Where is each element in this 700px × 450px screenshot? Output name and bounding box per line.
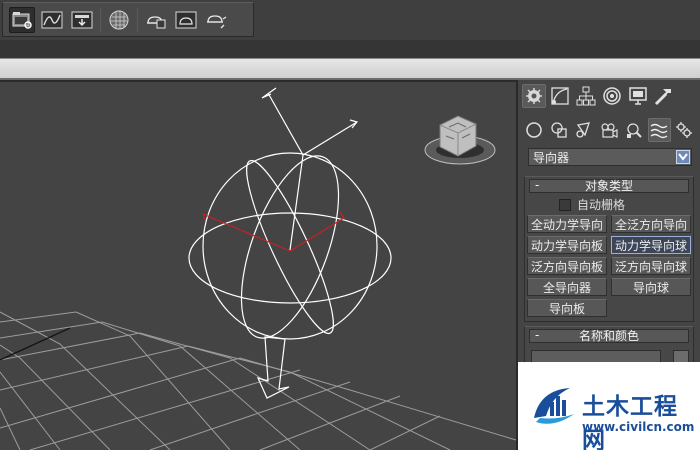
geometry-tab[interactable]: [522, 118, 545, 142]
helpers-tab[interactable]: [623, 118, 646, 142]
scene-explorer-icon: [12, 11, 32, 29]
schematic-view-button[interactable]: [69, 7, 95, 33]
main-toolbar: [2, 2, 254, 37]
toolbar-band: [0, 40, 700, 58]
shapes-icon: [551, 122, 567, 138]
lights-tab[interactable]: [572, 118, 595, 142]
display-tab[interactable]: [626, 84, 650, 108]
helpers-icon: [627, 123, 642, 138]
name-color-rollout-header[interactable]: - 名称和颜色: [529, 329, 689, 343]
space-warps-tab[interactable]: [647, 118, 671, 142]
create-category-tabs: [522, 118, 698, 144]
geometry-icon: [525, 122, 542, 138]
systems-tab[interactable]: [673, 118, 696, 142]
render-setup-button[interactable]: [143, 7, 169, 33]
cameras-tab[interactable]: [597, 118, 620, 142]
curve-editor-button[interactable]: [39, 7, 65, 33]
space-warp-category-dropdown[interactable]: 导向器: [528, 148, 692, 166]
object-button[interactable]: 全动力学导向: [527, 215, 607, 233]
lights-icon: [576, 122, 590, 138]
scene-explorer-button[interactable]: [9, 6, 35, 33]
render-production-icon: [207, 14, 227, 28]
object-button[interactable]: 全导向器: [527, 278, 607, 296]
site-watermark: 土木工程网 www.civilcn.com: [518, 362, 700, 450]
material-editor-icon: [109, 10, 129, 29]
utilities-tab[interactable]: [652, 84, 676, 108]
rendered-frame-button[interactable]: [173, 7, 199, 33]
selection-bracket: [202, 211, 345, 252]
object-button[interactable]: 动力学导向板: [527, 236, 607, 254]
object-button[interactable]: 泛方向导向球: [611, 257, 691, 275]
watermark-url: www.civilcn.com: [582, 420, 695, 434]
modify-tab[interactable]: [548, 84, 572, 108]
deflector-sphere-gizmo[interactable]: [188, 87, 392, 399]
dropdown-arrow[interactable]: [676, 150, 690, 164]
toolbar-separator: [100, 7, 101, 32]
category-dropdown-value: 导向器: [533, 150, 570, 165]
perspective-viewport[interactable]: [0, 82, 516, 450]
autogrid-option[interactable]: 自动栅格: [559, 196, 625, 213]
object-button[interactable]: 泛方向导向板: [527, 257, 607, 275]
object-button[interactable]: 全泛方向导向: [611, 215, 691, 233]
object-type-rollout-header[interactable]: - 对象类型: [529, 179, 689, 193]
viewport-canvas[interactable]: [0, 82, 516, 450]
create-tab[interactable]: [522, 84, 546, 108]
viewport-label-bar: [0, 58, 700, 80]
chevron-down-icon: [678, 153, 688, 161]
name-color-title: 名称和颜色: [578, 329, 639, 343]
object-button-selected[interactable]: 动力学导向球: [611, 236, 691, 254]
curve-editor-icon: [41, 11, 63, 28]
modify-tab-icon: [551, 87, 569, 105]
autogrid-label: 自动栅格: [577, 198, 626, 212]
space-warps-icon: [650, 123, 668, 139]
command-panel-main-tabs: [522, 84, 698, 110]
display-tab-icon: [629, 87, 647, 105]
schematic-view-icon: [71, 11, 93, 28]
create-tab-icon: [526, 88, 542, 104]
toolbar-separator: [137, 7, 138, 32]
motion-tab[interactable]: [600, 84, 624, 108]
main-toolbar-row: [0, 0, 700, 40]
shapes-tab[interactable]: [547, 118, 570, 142]
object-type-rollout: - 对象类型 自动栅格 全动力学导向 全泛方向导向 动力学导向板 动力学导向球 …: [524, 176, 694, 322]
render-production-button[interactable]: [203, 7, 229, 33]
cameras-icon: [601, 123, 618, 138]
object-button[interactable]: 导向球: [611, 278, 691, 296]
systems-icon: [676, 122, 693, 138]
render-setup-icon: [147, 15, 166, 28]
object-type-title: 对象类型: [584, 179, 633, 193]
autogrid-checkbox[interactable]: [559, 198, 571, 211]
hierarchy-tab[interactable]: [574, 84, 598, 108]
rendered-frame-icon: [175, 11, 197, 28]
collapse-icon: -: [535, 328, 540, 342]
utilities-tab-icon: [654, 89, 671, 106]
object-button[interactable]: 导向板: [527, 299, 607, 317]
watermark-title: 土木工程网: [582, 394, 678, 450]
viewcube[interactable]: [424, 115, 496, 165]
motion-tab-icon: [603, 87, 621, 105]
hierarchy-tab-icon: [576, 86, 596, 106]
collapse-icon: -: [535, 178, 540, 192]
site-logo-icon: [534, 388, 574, 424]
material-editor-button[interactable]: [106, 7, 132, 33]
